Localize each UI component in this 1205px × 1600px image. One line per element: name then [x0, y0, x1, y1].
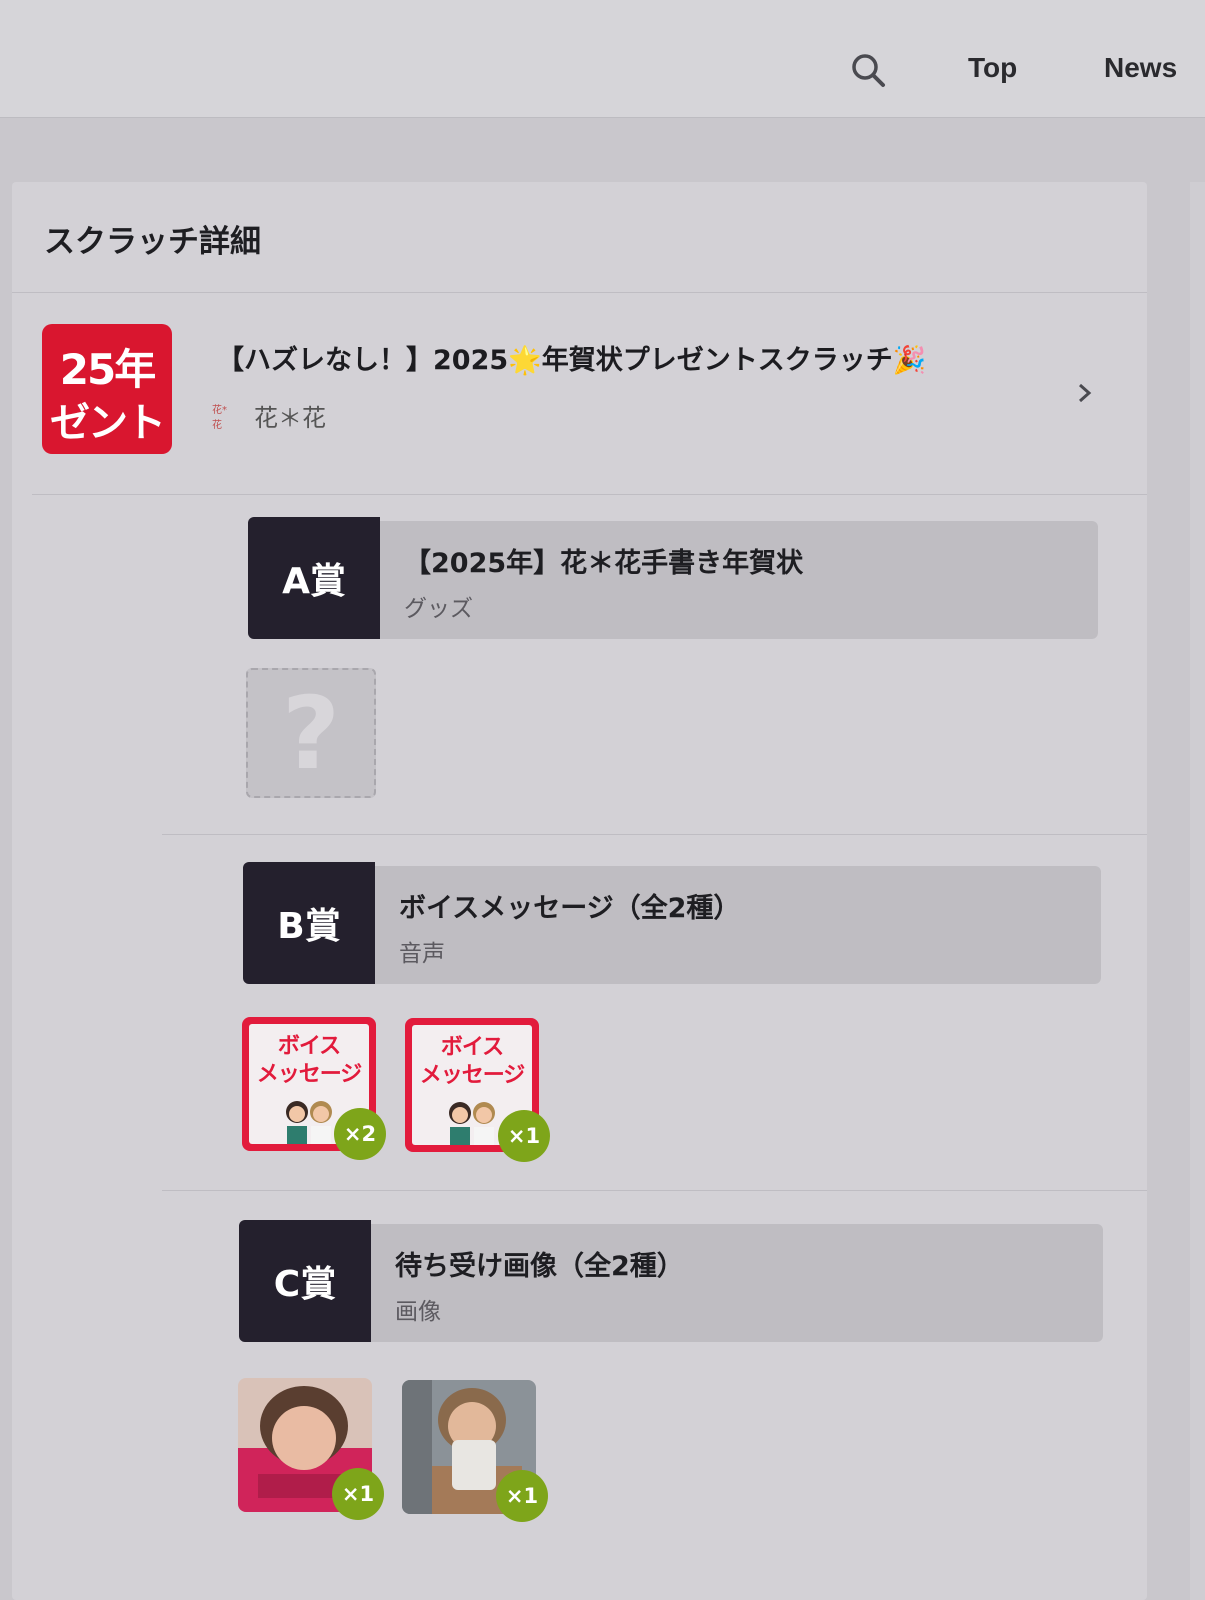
prize-type: グッズ — [404, 596, 473, 622]
divider — [162, 1190, 1147, 1191]
voice-item-text: メッセージ — [256, 1062, 363, 1087]
thumbnail-text-line-2: ゼント — [50, 400, 166, 446]
unknown-prize-placeholder[interactable]: ? — [246, 668, 376, 798]
scratch-detail-card: スクラッチ詳細 25年 ゼント 【ハズレなし！】2025🌟年賀状プレゼントスクラ… — [12, 182, 1147, 1600]
voice-item-text: メッセージ — [419, 1063, 526, 1088]
prize-info: 待ち受け画像（全2種） 画像 — [371, 1224, 1103, 1342]
page-title: スクラッチ詳細 — [44, 224, 261, 260]
chevron-right-icon — [1079, 383, 1092, 403]
prize-c-header: C賞 待ち受け画像（全2種） 画像 — [239, 1220, 1103, 1342]
item-count-badge: ×2 — [334, 1108, 386, 1160]
side-panel-edge — [1190, 182, 1205, 1600]
prize-name: ボイスメッセージ（全2種） — [399, 893, 741, 924]
prize-name: 【2025年】花＊花手書き年賀状 — [404, 548, 804, 579]
author: 花*花 花＊花 — [212, 398, 326, 433]
divider — [12, 292, 1147, 293]
character-faces-icon — [449, 1102, 495, 1145]
divider — [162, 834, 1147, 835]
search-icon[interactable] — [848, 50, 888, 90]
scratch-title: 【ハズレなし！】2025🌟年賀状プレゼントスクラッチ🎉 — [217, 345, 927, 376]
divider — [32, 494, 1147, 495]
item-count-badge: ×1 — [332, 1468, 384, 1520]
prize-type: 音声 — [399, 941, 445, 967]
prize-info: 【2025年】花＊花手書き年賀状 グッズ — [380, 521, 1098, 639]
item-count-badge: ×1 — [498, 1110, 550, 1162]
character-faces-icon — [286, 1101, 332, 1144]
scratch-thumbnail: 25年 ゼント — [42, 324, 172, 454]
nav-news-link[interactable]: News — [1104, 52, 1177, 84]
prize-name: 待ち受け画像（全2種） — [395, 1251, 684, 1282]
author-name: 花＊花 — [254, 404, 326, 432]
prize-a-header: A賞 【2025年】花＊花手書き年賀状 グッズ — [248, 517, 1098, 639]
prize-rank-badge: C賞 — [239, 1220, 371, 1342]
prize-rank-badge: B賞 — [243, 862, 375, 984]
top-navigation-bar: Top News — [0, 0, 1205, 118]
prize-b-header: B賞 ボイスメッセージ（全2種） 音声 — [243, 862, 1101, 984]
scratch-link-row[interactable]: 25年 ゼント 【ハズレなし！】2025🌟年賀状プレゼントスクラッチ🎉 花*花 … — [12, 294, 1147, 494]
item-count-badge: ×1 — [496, 1470, 548, 1522]
author-logo: 花*花 — [212, 404, 227, 431]
prize-type: 画像 — [395, 1299, 441, 1325]
prize-rank-badge: A賞 — [248, 517, 380, 639]
prize-info: ボイスメッセージ（全2種） 音声 — [375, 866, 1101, 984]
nav-top-link[interactable]: Top — [968, 52, 1017, 84]
thumbnail-text-line-1: 25年 — [59, 345, 156, 394]
